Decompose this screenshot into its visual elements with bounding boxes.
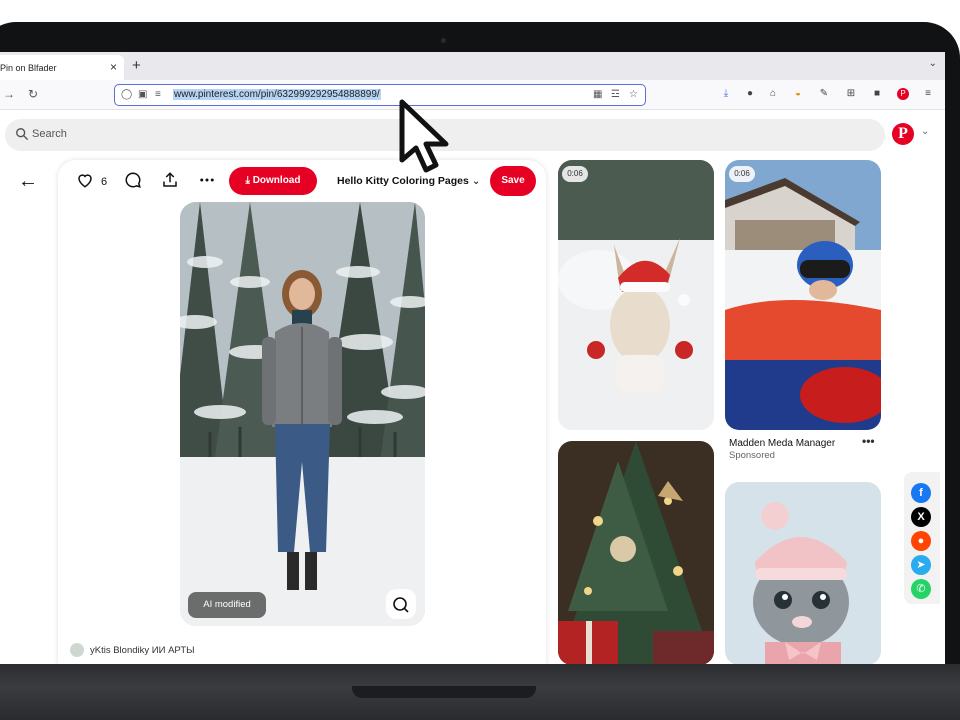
whatsapp-share-icon[interactable]: ✆ [911, 579, 931, 599]
sponsored-more-icon[interactable]: ••• [862, 434, 875, 448]
webcam [441, 38, 446, 43]
lens-search-icon [393, 597, 409, 613]
chevron-down-icon: ⌄ [471, 175, 481, 187]
mouse-pointer-icon [399, 99, 449, 173]
feed-image-kitten [725, 482, 881, 664]
account-chevron-down-icon[interactable]: ⌄ [921, 126, 929, 137]
sponsored-title[interactable]: Madden Meda Manager [729, 438, 835, 449]
download-button[interactable]: ⤓ Download [229, 167, 317, 195]
feed-pin-kitten[interactable] [725, 482, 881, 664]
pin-photo [180, 202, 425, 626]
pinterest-logo-icon[interactable]: P [892, 123, 914, 145]
sponsored-label: Sponsored [729, 450, 775, 461]
feed-image-snowboarder [725, 160, 881, 430]
feed-video-badge: 0:06 [729, 166, 755, 182]
pin-image[interactable] [180, 202, 425, 626]
back-arrow-icon[interactable]: ← [18, 170, 38, 193]
telegram-share-icon[interactable]: ➤ [911, 555, 931, 575]
x-share-icon[interactable]: X [911, 507, 931, 527]
reddit-share-icon[interactable]: ● [911, 531, 931, 551]
feed-image-bunny [558, 160, 714, 430]
comment-icon[interactable] [124, 171, 142, 189]
save-button[interactable]: Save [490, 166, 536, 196]
page-content: P ⌄ ← 6 ⤓ Download Hello Kitty Coloring … [0, 52, 945, 664]
share-icon[interactable] [161, 171, 179, 189]
feed-pin-christmas-tree[interactable] [558, 441, 714, 664]
feed-pin-bunny[interactable]: 0:06 [558, 160, 714, 430]
ai-modified-badge[interactable]: AI modified [188, 592, 266, 618]
creator-name[interactable]: yKtis Blondiky ИИ АРТЫ [90, 645, 195, 656]
creator-avatar[interactable] [70, 643, 84, 657]
facebook-share-icon[interactable]: f [911, 483, 931, 503]
download-label: Download [252, 175, 301, 186]
more-options-icon[interactable] [198, 171, 216, 189]
feed-image-christmas-tree [558, 441, 714, 664]
heart-icon[interactable] [76, 171, 94, 189]
visual-search-button[interactable] [386, 589, 416, 619]
download-icon: ⤓ [245, 175, 250, 186]
laptop-base-notch [352, 686, 536, 698]
feed-pin-snowboarder[interactable]: 0:06 [725, 160, 881, 430]
feed-video-badge: 0:06 [562, 166, 588, 182]
like-count: 6 [101, 176, 108, 188]
